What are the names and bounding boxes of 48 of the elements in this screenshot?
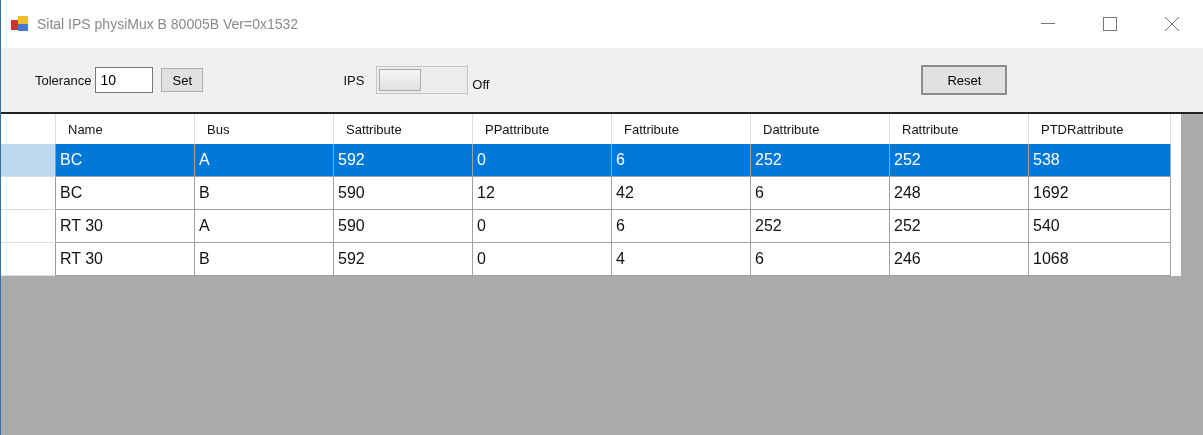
table-cell: 590: [334, 210, 473, 243]
row-header[interactable]: [1, 177, 56, 210]
table-cell: RT 30: [56, 210, 195, 243]
table-cell: 1692: [1029, 177, 1171, 210]
maximize-icon[interactable]: [1103, 17, 1117, 31]
table-cell: 0: [473, 210, 612, 243]
tolerance-field[interactable]: 10: [95, 67, 154, 93]
table-cell: 248: [890, 177, 1029, 210]
table-cell: 1068: [1029, 243, 1171, 276]
reset-button[interactable]: Reset: [921, 65, 1008, 95]
table-cell: BC: [56, 177, 195, 210]
close-icon[interactable]: [1165, 17, 1179, 31]
table-cell: 0: [473, 243, 612, 276]
table-cell: 590: [334, 177, 473, 210]
set-button[interactable]: Set: [161, 68, 204, 92]
minimize-icon[interactable]: [1041, 23, 1055, 25]
ips-switch[interactable]: [376, 66, 469, 94]
window-title: Sital IPS physiMux B 80005B Ver=0x1532: [37, 16, 300, 32]
ips-state: Off: [472, 76, 490, 92]
table-cell: 6: [612, 210, 751, 243]
table-cell: 0: [473, 144, 612, 177]
table-cell: 246: [890, 243, 1029, 276]
table-cell: B: [195, 243, 334, 276]
ips-label: IPS: [343, 72, 365, 88]
row-header[interactable]: [1, 243, 56, 276]
table-cell: A: [195, 210, 334, 243]
table-cell: 4: [612, 243, 751, 276]
table-cell: 6: [751, 243, 890, 276]
tolerance-label: Tolerance: [35, 72, 92, 88]
table-cell: RT 30: [56, 243, 195, 276]
table-cell: B: [195, 177, 334, 210]
table-cell: 12: [473, 177, 612, 210]
table-cell: 6: [612, 144, 751, 177]
table-cell: BC: [56, 144, 195, 177]
table-cell: 252: [751, 210, 890, 243]
app-icon: [11, 16, 29, 32]
table-cell: 42: [612, 177, 751, 210]
table-cell: 6: [751, 177, 890, 210]
table-cell: 592: [334, 144, 473, 177]
row-header[interactable]: [1, 210, 56, 243]
table-cell: 252: [890, 210, 1029, 243]
row-header[interactable]: [1, 144, 56, 177]
table-cell: 538: [1029, 144, 1171, 177]
table-cell: 540: [1029, 210, 1171, 243]
table-cell: A: [195, 144, 334, 177]
table-cell: 252: [890, 144, 1029, 177]
table-cell: 252: [751, 144, 890, 177]
table-cell: 592: [334, 243, 473, 276]
